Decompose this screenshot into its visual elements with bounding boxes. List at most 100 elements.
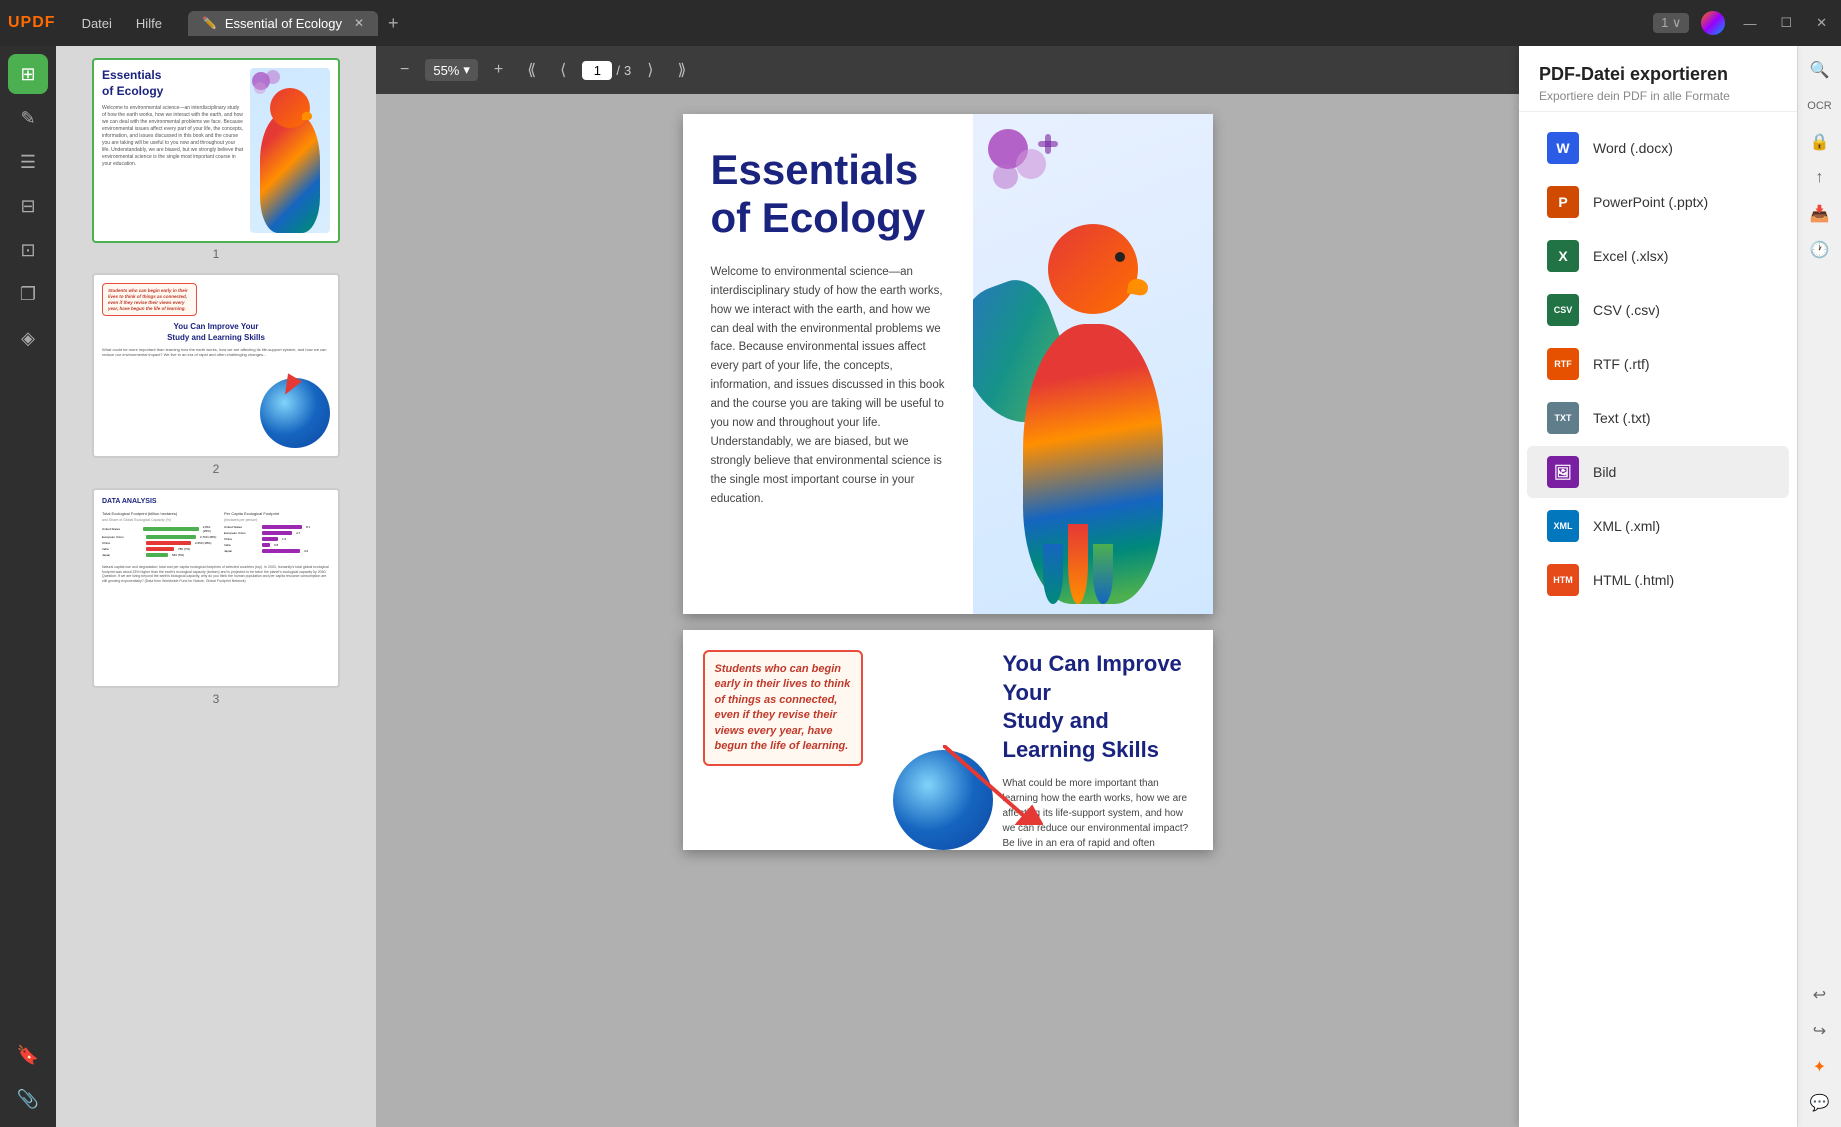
thumb1-body: Welcome to environmental science—an inte…	[102, 105, 244, 168]
sidebar-icon-scan[interactable]: ⊡	[8, 230, 48, 270]
menu-hilfe[interactable]: Hilfe	[126, 12, 172, 35]
export-panel: PDF-Datei exportieren Exportiere dein PD…	[1519, 46, 1797, 1127]
undo-icon-btn[interactable]: ↩	[1804, 979, 1836, 1011]
content-area: − 55% ▾ + ⟪ ⟨ / 3 ⟩ ⟫ Essentialsof Ecolo…	[376, 46, 1519, 1127]
maximize-button[interactable]: ☐	[1774, 13, 1798, 33]
sidebar-icon-list[interactable]: ☰	[8, 142, 48, 182]
tab-edit-icon: ✏️	[202, 16, 217, 30]
sidebar-icon-bookmark[interactable]: 🔖	[8, 1035, 48, 1075]
active-tab[interactable]: ✏️ Essential of Ecology ✕	[188, 11, 378, 36]
pages-area: Essentialsof Ecology Welcome to environm…	[376, 94, 1519, 1127]
thumb1-title: Essentialsof Ecology	[102, 68, 244, 99]
sidebar-icon-pages[interactable]: ⊟	[8, 186, 48, 226]
ppt-icon: P	[1547, 186, 1579, 218]
thumbnail-1: Essentialsof Ecology Welcome to environm…	[68, 58, 364, 261]
thumbnail-3-num: 3	[213, 692, 220, 706]
pdf-page-1: Essentialsof Ecology Welcome to environm…	[683, 114, 1213, 614]
history-icon-btn[interactable]: 🕐	[1804, 234, 1836, 266]
zoom-dropdown-icon: ▾	[463, 62, 470, 78]
thumbnail-page-1[interactable]: Essentialsof Ecology Welcome to environm…	[92, 58, 340, 243]
thumbnail-page-2[interactable]: Students who can begin early in their li…	[92, 273, 340, 458]
page-total: 3	[624, 63, 631, 78]
page-separator: /	[616, 63, 620, 78]
new-tab-button[interactable]: +	[382, 13, 405, 34]
export-xml[interactable]: XML XML (.xml)	[1527, 500, 1789, 552]
sparkle-icon-btn[interactable]: ✦	[1804, 1051, 1836, 1083]
nav-prev-button[interactable]: ⟨	[552, 56, 574, 84]
tab-close-button[interactable]: ✕	[354, 16, 364, 30]
nav-last-button[interactable]: ⟫	[670, 56, 695, 84]
sidebar-right: 🔍 OCR 🔒 ↑ 📥 🕐 ↩ ↪ ✦ 💬	[1797, 46, 1841, 1127]
export-txt[interactable]: TXT Text (.txt)	[1527, 392, 1789, 444]
nav-next-button[interactable]: ⟩	[639, 56, 661, 84]
sidebar-left: ⊞ ✎ ☰ ⊟ ⊡ ❐ ◈ 🔖 📎	[0, 46, 56, 1127]
parrot-image	[983, 164, 1203, 604]
thumb3-title: DATA ANALYSIS	[102, 498, 330, 505]
sidebar-icon-thumbnails[interactable]: ⊞	[8, 54, 48, 94]
thumb2-title: You Can Improve YourStudy and Learning S…	[102, 322, 330, 343]
export-csv[interactable]: CSV CSV (.csv)	[1527, 284, 1789, 336]
html-icon: HTM	[1547, 564, 1579, 596]
txt-label: Text (.txt)	[1593, 410, 1651, 426]
ppt-label: PowerPoint (.pptx)	[1593, 194, 1708, 210]
export-subtitle: Exportiere dein PDF in alle Formate	[1539, 89, 1777, 103]
page-count-indicator[interactable]: 1 ∨	[1653, 13, 1689, 33]
tab-label: Essential of Ecology	[225, 16, 342, 31]
thumbnail-3: DATA ANALYSIS Total Ecological Footprint…	[68, 488, 364, 706]
redo-icon-btn[interactable]: ↪	[1804, 1015, 1836, 1047]
zoom-in-button[interactable]: +	[486, 57, 511, 83]
close-button[interactable]: ✕	[1810, 13, 1833, 33]
sidebar-icon-layers[interactable]: ◈	[8, 318, 48, 358]
page1-left-content: Essentialsof Ecology Welcome to environm…	[683, 114, 973, 614]
export-header: PDF-Datei exportieren Exportiere dein PD…	[1519, 46, 1797, 112]
export-excel[interactable]: X Excel (.xlsx)	[1527, 230, 1789, 282]
thumbnail-1-num: 1	[213, 247, 220, 261]
page2-callout-box: Students who can begin early in their li…	[703, 650, 863, 766]
page1-body-text: Welcome to environmental science—an inte…	[711, 263, 945, 510]
word-icon: W	[1547, 132, 1579, 164]
protect-icon-btn[interactable]: 🔒	[1804, 126, 1836, 158]
export-bild[interactable]: 🖼 Bild	[1527, 446, 1789, 498]
comment-icon-btn[interactable]: 💬	[1804, 1087, 1836, 1119]
page-indicator: / 3	[582, 61, 631, 80]
html-label: HTML (.html)	[1593, 572, 1674, 588]
ocr-icon-btn[interactable]: OCR	[1804, 90, 1836, 122]
thumbnail-page-3[interactable]: DATA ANALYSIS Total Ecological Footprint…	[92, 488, 340, 688]
titlebar: UPDF Datei Hilfe ✏️ Essential of Ecology…	[0, 0, 1841, 46]
inbox-icon-btn[interactable]: 📥	[1804, 198, 1836, 230]
share-icon-btn[interactable]: ↑	[1804, 162, 1836, 194]
minimize-button[interactable]: —	[1737, 14, 1762, 33]
titlebar-menu: Datei Hilfe	[72, 12, 172, 35]
thumb3-body: Natural capital use and degradation: tot…	[102, 565, 330, 583]
nav-first-button[interactable]: ⟪	[519, 56, 544, 84]
thumb3-columns: Total Ecological Footprint (billion hect…	[102, 511, 330, 559]
xml-label: XML (.xml)	[1593, 518, 1660, 534]
page1-right-image	[973, 114, 1213, 614]
page1-main-title: Essentialsof Ecology	[711, 146, 945, 243]
red-arrow-annotation	[943, 745, 1043, 830]
excel-label: Excel (.xlsx)	[1593, 248, 1668, 264]
zoom-out-button[interactable]: −	[392, 57, 417, 83]
export-title: PDF-Datei exportieren	[1539, 64, 1777, 85]
page-number-input[interactable]	[582, 61, 612, 80]
search-icon-btn[interactable]: 🔍	[1804, 54, 1836, 86]
zoom-value: 55%	[433, 63, 459, 78]
csv-label: CSV (.csv)	[1593, 302, 1660, 318]
zoom-level-display[interactable]: 55% ▾	[425, 59, 478, 81]
sidebar-icon-pen[interactable]: ✎	[8, 98, 48, 138]
thumbnail-panel: Essentialsof Ecology Welcome to environm…	[56, 46, 376, 1127]
export-html[interactable]: HTM HTML (.html)	[1527, 554, 1789, 606]
sidebar-icon-copy[interactable]: ❐	[8, 274, 48, 314]
rtf-icon: RTF	[1547, 348, 1579, 380]
export-word[interactable]: W Word (.docx)	[1527, 122, 1789, 174]
thumb2-callout: Students who can begin early in their li…	[102, 283, 197, 316]
thumbnail-2-num: 2	[213, 462, 220, 476]
bild-icon: 🖼	[1547, 456, 1579, 488]
user-avatar[interactable]	[1701, 11, 1725, 35]
sidebar-icon-clip[interactable]: 📎	[8, 1079, 48, 1119]
export-rtf[interactable]: RTF RTF (.rtf)	[1527, 338, 1789, 390]
bild-label: Bild	[1593, 464, 1616, 480]
word-label: Word (.docx)	[1593, 140, 1673, 156]
menu-datei[interactable]: Datei	[72, 12, 122, 35]
export-ppt[interactable]: P PowerPoint (.pptx)	[1527, 176, 1789, 228]
